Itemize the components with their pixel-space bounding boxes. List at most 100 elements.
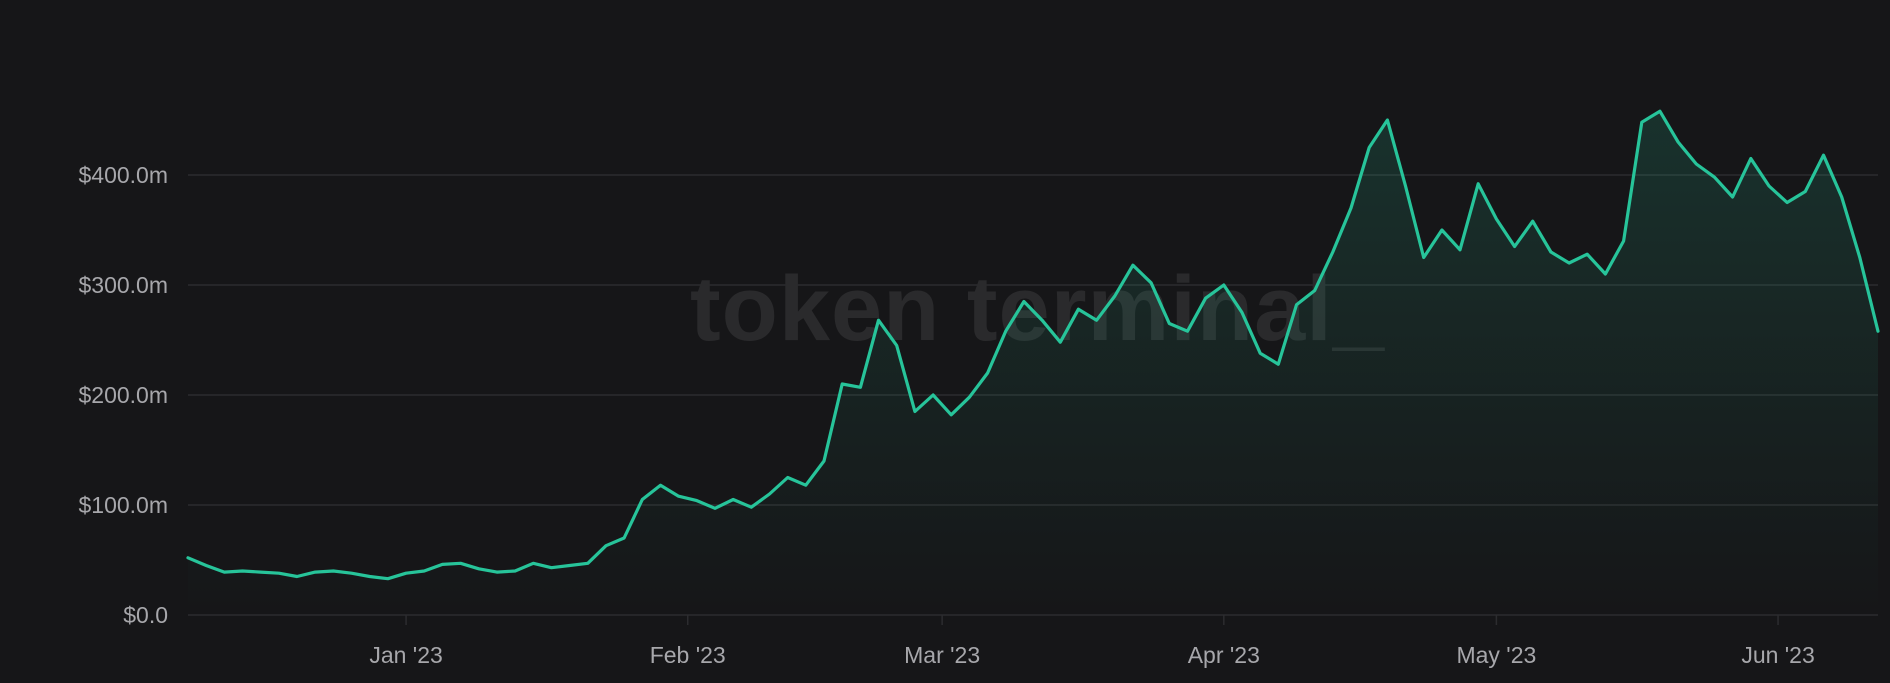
data-point — [895, 344, 899, 348]
data-point — [1840, 195, 1844, 199]
data-point — [768, 492, 772, 496]
data-point — [1022, 300, 1026, 304]
data-point — [1513, 245, 1517, 249]
data-point — [1149, 281, 1153, 285]
data-point — [1549, 250, 1553, 254]
data-point — [1076, 307, 1080, 311]
data-point — [1240, 311, 1244, 315]
x-tick-label: Feb '23 — [650, 642, 726, 668]
data-point — [1113, 294, 1117, 298]
series-area-fill — [188, 111, 1878, 615]
data-point — [1367, 146, 1371, 150]
data-point — [222, 570, 226, 574]
data-point — [1803, 190, 1807, 194]
data-point — [1385, 118, 1389, 122]
data-point — [858, 385, 862, 389]
data-point — [477, 567, 481, 571]
data-point — [949, 413, 953, 417]
data-point — [731, 498, 735, 502]
data-point — [313, 570, 317, 574]
data-point — [1258, 351, 1262, 355]
data-point — [1603, 272, 1607, 276]
data-point — [459, 561, 463, 565]
data-point — [695, 499, 699, 503]
data-point — [840, 382, 844, 386]
data-point — [713, 506, 717, 510]
data-point — [404, 571, 408, 575]
data-point — [1622, 239, 1626, 243]
data-point — [295, 575, 299, 579]
data-point — [1313, 289, 1317, 293]
data-point — [1585, 252, 1589, 256]
data-point — [1676, 140, 1680, 144]
data-point — [1821, 153, 1825, 157]
data-point — [204, 564, 208, 568]
data-point — [640, 498, 644, 502]
data-point — [1331, 250, 1335, 254]
y-tick-label: $400.0m — [78, 162, 168, 188]
x-tick-label: Apr '23 — [1188, 642, 1260, 668]
data-point — [1349, 206, 1353, 210]
data-point — [986, 371, 990, 375]
data-point — [1876, 329, 1880, 333]
data-point — [877, 318, 881, 322]
data-point — [1294, 303, 1298, 307]
data-point — [568, 564, 572, 568]
data-point — [604, 544, 608, 548]
data-point — [1095, 318, 1099, 322]
data-point — [422, 569, 426, 573]
data-point — [331, 569, 335, 573]
data-point — [1712, 175, 1716, 179]
data-point — [1404, 184, 1408, 188]
data-point — [1422, 256, 1426, 260]
data-point — [1785, 201, 1789, 205]
data-point — [186, 556, 190, 560]
data-point — [1858, 256, 1862, 260]
data-point — [440, 562, 444, 566]
data-point — [241, 569, 245, 573]
data-point — [1040, 318, 1044, 322]
x-tick-label: Jan '23 — [369, 642, 442, 668]
data-point — [1658, 109, 1662, 113]
data-point — [1531, 219, 1535, 223]
x-tick-label: Jun '23 — [1741, 642, 1814, 668]
data-point — [1204, 296, 1208, 300]
data-point — [677, 494, 681, 498]
data-point — [495, 570, 499, 574]
data-point — [804, 483, 808, 487]
data-point — [386, 577, 390, 581]
data-point — [586, 561, 590, 565]
data-point — [822, 459, 826, 463]
area-chart: token terminal_ $0.0$100.0m$200.0m$300.0… — [78, 109, 1880, 668]
data-point — [531, 561, 535, 565]
y-tick-label: $200.0m — [78, 382, 168, 408]
data-point — [277, 571, 281, 575]
data-point — [1185, 329, 1189, 333]
data-point — [658, 483, 662, 487]
data-point — [1694, 162, 1698, 166]
y-tick-label: $0.0 — [123, 602, 168, 628]
data-point — [1767, 184, 1771, 188]
data-point — [1004, 329, 1008, 333]
data-point — [786, 476, 790, 480]
data-point — [1458, 248, 1462, 252]
data-point — [1167, 322, 1171, 326]
data-point — [931, 393, 935, 397]
data-point — [1567, 261, 1571, 265]
data-point — [549, 566, 553, 570]
data-point — [967, 395, 971, 399]
x-axis-ticks: Jan '23 Feb '23 Mar '23 Apr '23 May '23 Jun '… — [369, 615, 1815, 668]
data-point — [913, 410, 917, 414]
data-point — [259, 570, 263, 574]
y-axis-ticks: $0.0 $100.0m $200.0m $300.0m $400.0m — [78, 162, 168, 628]
data-point — [1440, 228, 1444, 232]
x-tick-label: Mar '23 — [904, 642, 980, 668]
data-point — [622, 536, 626, 540]
data-point — [1058, 340, 1062, 344]
data-point — [368, 575, 372, 579]
data-point — [749, 505, 753, 509]
data-point — [513, 569, 517, 573]
data-point — [1131, 263, 1135, 267]
data-point — [350, 571, 354, 575]
y-tick-label: $100.0m — [78, 492, 168, 518]
